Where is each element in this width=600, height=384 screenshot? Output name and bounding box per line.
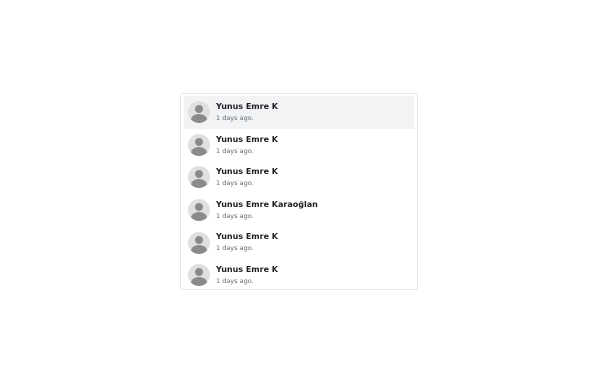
notification-user-name: Yunus Emre K [216, 232, 278, 242]
notification-item[interactable]: Yunus Emre K 1 days ago. [184, 96, 414, 129]
notification-text: Yunus Emre Karaoğlan 1 days ago. [216, 199, 318, 220]
user-avatar-icon [188, 166, 210, 189]
notification-user-name: Yunus Emre K [216, 102, 278, 112]
notification-timestamp: 1 days ago. [216, 277, 254, 286]
notification-dropdown: Yunus Emre K 1 days ago. Yunus Emre K 1 … [180, 93, 418, 290]
notification-user-name: Yunus Emre Karaoğlan [216, 199, 318, 209]
notification-timestamp: 1 days ago. [216, 114, 254, 123]
notification-item[interactable]: Yunus Emre K 1 days ago. [184, 129, 414, 162]
notification-text: Yunus Emre K 1 days ago. [216, 134, 278, 155]
user-avatar-icon [188, 133, 210, 156]
notification-text: Yunus Emre K 1 days ago. [216, 168, 278, 187]
notification-item[interactable]: Yunus Emre K 1 days ago. [184, 161, 414, 194]
notification-list: Yunus Emre K 1 days ago. Yunus Emre K 1 … [184, 96, 414, 292]
notification-user-name: Yunus Emre K [216, 134, 278, 144]
notification-timestamp: 1 days ago. [216, 244, 254, 253]
notification-item[interactable]: Yunus Emre K 1 days ago. [184, 226, 414, 259]
notification-timestamp: 1 days ago. [216, 146, 254, 155]
notification-timestamp: 1 days ago. [216, 211, 254, 220]
user-avatar-icon [188, 199, 210, 222]
notification-text: Yunus Emre K 1 days ago. [216, 266, 278, 285]
notification-user-name: Yunus Emre K [216, 265, 278, 275]
notification-text: Yunus Emre K 1 days ago. [216, 233, 278, 252]
notification-user-name: Yunus Emre K [216, 167, 278, 177]
notification-timestamp: 1 days ago. [216, 179, 254, 188]
user-avatar-icon [188, 264, 210, 287]
user-avatar-icon [188, 101, 210, 124]
user-avatar-icon [188, 231, 210, 254]
notification-item[interactable]: Yunus Emre K 1 days ago. [184, 259, 414, 292]
page: Yunus Emre K 1 days ago. Yunus Emre K 1 … [0, 0, 600, 384]
notification-text: Yunus Emre K 1 days ago. [216, 103, 278, 122]
notification-item[interactable]: Yunus Emre Karaoğlan 1 days ago. [184, 194, 414, 227]
